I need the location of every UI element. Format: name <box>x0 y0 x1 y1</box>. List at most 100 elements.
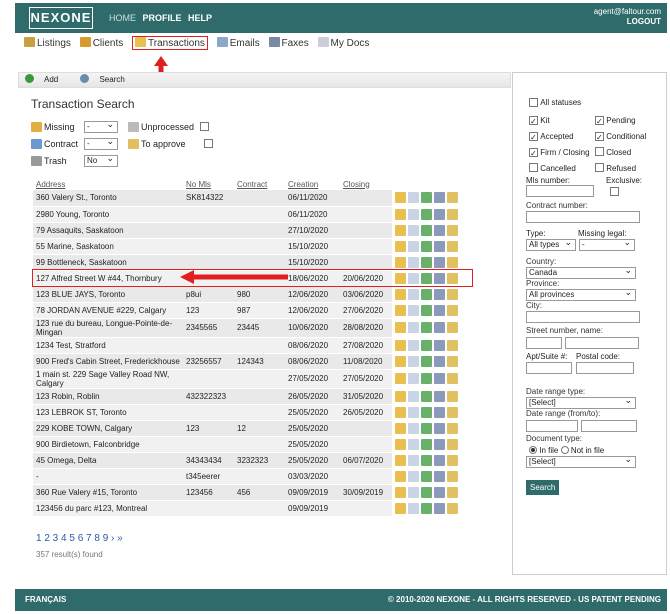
folder-icon[interactable] <box>395 192 406 204</box>
print-icon[interactable] <box>434 192 445 204</box>
folder-icon[interactable] <box>395 208 406 220</box>
document-icon[interactable] <box>408 502 419 514</box>
document-icon[interactable] <box>408 304 419 316</box>
cell-address[interactable]: 123 Robin, Roblin <box>33 388 183 405</box>
folder-icon[interactable] <box>395 486 406 498</box>
folder-icon[interactable] <box>395 373 406 384</box>
cancelled-checkbox[interactable] <box>529 163 538 172</box>
document-icon[interactable] <box>408 438 419 450</box>
table-row[interactable]: 99 Bottleneck, Saskatoon 15/10/2020 <box>33 254 472 271</box>
not-in-file-radio[interactable] <box>560 446 569 454</box>
missing-legal-select[interactable]: - <box>579 237 635 251</box>
nav-profile[interactable]: PROFILE <box>143 13 182 23</box>
cell-address[interactable]: 360 Valery St., Toronto <box>33 190 183 207</box>
cell-address[interactable]: 360 Rue Valery #15, Toronto <box>33 484 183 501</box>
forward-icon[interactable] <box>421 192 432 204</box>
kit-checkbox[interactable]: ✓ <box>529 115 538 126</box>
language-link[interactable]: FRANÇAIS <box>25 589 66 611</box>
cell-address[interactable]: - <box>33 468 183 485</box>
table-row[interactable]: 360 Valery St., Toronto SK814322 06/11/202… <box>33 190 472 207</box>
add-button[interactable]: Add <box>25 74 68 84</box>
forward-icon[interactable] <box>421 390 432 402</box>
tab-clients[interactable]: Clients <box>79 37 123 49</box>
folder-icon[interactable] <box>395 502 406 514</box>
folder-icon[interactable] <box>395 240 406 252</box>
document-icon[interactable] <box>408 373 419 384</box>
country-select[interactable]: Canada <box>526 265 636 279</box>
print-icon[interactable] <box>434 256 445 268</box>
forward-icon[interactable] <box>421 422 432 434</box>
cell-address[interactable]: 123456 du parc #123, Montreal <box>33 500 183 517</box>
folder-icon[interactable] <box>395 272 406 284</box>
folder-icon[interactable] <box>395 288 406 300</box>
forward-icon[interactable] <box>421 406 432 418</box>
print-icon[interactable] <box>434 288 445 300</box>
tab-listings[interactable]: Listings <box>24 37 71 49</box>
refused-checkbox[interactable] <box>595 163 604 172</box>
document-icon[interactable] <box>408 192 419 204</box>
folder-icon[interactable] <box>395 422 406 434</box>
cell-address[interactable]: 1234 Test, Stratford <box>33 337 183 354</box>
province-select[interactable]: All provinces <box>526 287 636 301</box>
document-icon[interactable] <box>408 224 419 236</box>
folder-icon[interactable] <box>395 390 406 402</box>
table-row[interactable]: 1 main st. 229 Sage Valley Road NW, Calg… <box>33 369 472 389</box>
edit-icon[interactable] <box>447 208 458 220</box>
pending-checkbox[interactable]: ✓ <box>595 115 604 126</box>
cell-address[interactable]: 127 Alfred Street W #44, Thornbury <box>33 270 183 287</box>
table-row[interactable]: 78 JORDAN AVENUE #229, Calgary 123 987 12/0… <box>33 302 472 319</box>
cell-address[interactable]: 79 Assaquits, Saskatoon <box>33 222 183 239</box>
forward-icon[interactable] <box>421 355 432 367</box>
col-no-mls[interactable]: No Mls <box>183 178 234 190</box>
edit-icon[interactable] <box>447 256 458 268</box>
cell-address[interactable]: 1 main st. 229 Sage Valley Road NW, Calg… <box>33 369 183 389</box>
document-icon[interactable] <box>408 322 419 333</box>
unprocessed-checkbox[interactable] <box>200 122 210 131</box>
cell-address[interactable]: 123 LEBROK ST, Toronto <box>33 404 183 421</box>
edit-icon[interactable] <box>447 288 458 300</box>
document-icon[interactable] <box>408 288 419 300</box>
document-icon[interactable] <box>408 486 419 498</box>
folder-icon[interactable] <box>395 406 406 418</box>
search-button[interactable]: Search <box>80 74 134 84</box>
edit-icon[interactable] <box>447 373 458 384</box>
forward-icon[interactable] <box>421 486 432 498</box>
document-icon[interactable] <box>408 406 419 418</box>
closed-checkbox[interactable] <box>595 147 604 156</box>
date-to-input[interactable] <box>581 419 637 432</box>
apt-input[interactable] <box>526 361 572 374</box>
folder-icon[interactable] <box>395 339 406 351</box>
folder-icon[interactable] <box>395 256 406 268</box>
edit-icon[interactable] <box>447 470 458 482</box>
folder-icon[interactable] <box>395 304 406 316</box>
missing-select[interactable]: - <box>84 119 118 133</box>
folder-icon[interactable] <box>395 470 406 482</box>
document-icon[interactable] <box>408 256 419 268</box>
edit-icon[interactable] <box>447 486 458 498</box>
folder-icon[interactable] <box>395 322 406 333</box>
conditional-checkbox[interactable]: ✓ <box>595 131 604 142</box>
mls-number-input[interactable] <box>526 185 594 197</box>
edit-icon[interactable] <box>447 339 458 351</box>
col-creation[interactable]: Creation <box>285 178 340 190</box>
tab-transactions[interactable]: Transactions <box>132 36 208 50</box>
forward-icon[interactable] <box>421 208 432 220</box>
to-approve-checkbox[interactable] <box>203 139 213 148</box>
cell-address[interactable]: 123 BLUE JAYS, Toronto <box>33 286 183 303</box>
folder-icon[interactable] <box>395 438 406 450</box>
brand-logo[interactable]: NEXONE <box>29 7 93 29</box>
document-icon[interactable] <box>408 390 419 402</box>
cell-address[interactable]: 99 Bottleneck, Saskatoon <box>33 254 183 271</box>
print-icon[interactable] <box>434 502 445 514</box>
document-icon[interactable] <box>408 355 419 367</box>
forward-icon[interactable] <box>421 454 432 466</box>
print-icon[interactable] <box>434 240 445 252</box>
forward-icon[interactable] <box>421 304 432 316</box>
forward-icon[interactable] <box>421 502 432 514</box>
in-file-radio[interactable] <box>529 446 537 454</box>
edit-icon[interactable] <box>447 406 458 418</box>
type-select[interactable]: All types <box>526 237 576 251</box>
forward-icon[interactable] <box>421 240 432 252</box>
table-row[interactable]: 123456 du parc #123, Montreal 09/09/2019 <box>33 500 472 517</box>
document-icon[interactable] <box>408 422 419 434</box>
